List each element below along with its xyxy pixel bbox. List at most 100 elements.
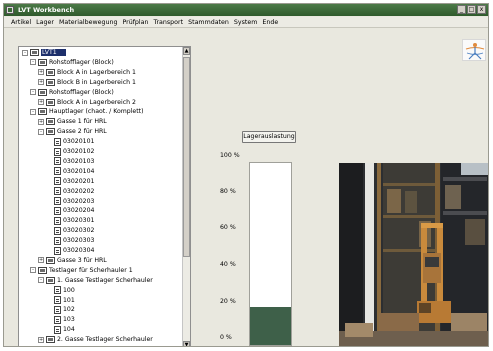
lagerauslastung-button[interactable]: Lagerauslastung bbox=[242, 131, 296, 143]
tree-node-label: 03020104 bbox=[63, 167, 95, 175]
document-icon bbox=[54, 216, 61, 225]
document-icon bbox=[54, 236, 61, 245]
scroll-down-arrow-icon[interactable]: ▼ bbox=[183, 341, 190, 346]
tree-node-label: Rohstofflager (Block) bbox=[49, 58, 114, 66]
minimize-button[interactable]: _ bbox=[457, 5, 466, 14]
tree-leaf-item[interactable]: 03020202 bbox=[46, 187, 95, 196]
tree-node[interactable]: + Gasse 3 für HRL bbox=[38, 256, 107, 265]
collapse-icon[interactable]: - bbox=[30, 59, 36, 66]
tree-node-label: 101 bbox=[63, 296, 75, 304]
document-icon bbox=[54, 167, 61, 176]
tree-node[interactable]: - Gasse 2 für HRL bbox=[38, 127, 107, 136]
warehouse-image bbox=[339, 163, 488, 346]
app-icon bbox=[6, 6, 14, 14]
tree-node[interactable]: +2. Gasse Testlager Scherhauler bbox=[38, 335, 153, 344]
tree-node-label: 03020202 bbox=[63, 187, 95, 195]
tree-leaf-item[interactable]: 03020101 bbox=[46, 137, 95, 146]
expand-icon[interactable]: + bbox=[38, 118, 44, 125]
menu-stammdaten[interactable]: Stammdaten bbox=[188, 19, 229, 26]
folder-icon bbox=[46, 276, 55, 284]
tree-node[interactable]: + Block B in Lagerbereich 1 bbox=[38, 78, 136, 87]
tree-node[interactable]: - Hauptlager (chaot. / Komplett) bbox=[30, 107, 143, 116]
maximize-button[interactable]: □ bbox=[467, 5, 476, 14]
title-bar[interactable]: LVT Workbench _ □ x bbox=[4, 4, 488, 16]
document-icon bbox=[54, 315, 61, 324]
tree-leaf-item[interactable]: 102 bbox=[46, 305, 75, 314]
menu-lager[interactable]: Lager bbox=[36, 19, 54, 26]
document-icon bbox=[54, 226, 61, 235]
window-controls: _ □ x bbox=[457, 5, 486, 14]
tree-node[interactable]: - 1. Gasse Testlager Scherhauler bbox=[38, 276, 153, 285]
storage-tree[interactable]: - LVT1- Rohstofflager (Block) + Block A in L… bbox=[18, 46, 191, 346]
expand-icon[interactable]: + bbox=[38, 336, 44, 343]
menu-transport[interactable]: Transport bbox=[154, 19, 184, 26]
tree-node[interactable]: + Block A in Lagerbereich 1 bbox=[38, 68, 136, 77]
collapse-icon[interactable]: - bbox=[30, 108, 36, 115]
collapse-icon[interactable]: - bbox=[22, 49, 28, 56]
expand-icon[interactable]: + bbox=[38, 69, 44, 76]
tree-leaf-item[interactable]: 03020102 bbox=[46, 147, 95, 156]
tree-leaf-item[interactable]: 03020204 bbox=[46, 206, 95, 215]
tree-leaf-item[interactable]: 03020301 bbox=[46, 216, 95, 225]
tree-leaf-item[interactable]: 03020201 bbox=[46, 177, 95, 186]
tree-leaf-item[interactable]: 101 bbox=[46, 296, 75, 305]
tree-leaf-item[interactable]: 03020104 bbox=[46, 167, 95, 176]
tree-node[interactable]: - Testlager für Scherhauler 1 bbox=[30, 266, 133, 275]
expand-icon[interactable]: + bbox=[38, 79, 44, 86]
utilization-gauge bbox=[249, 162, 292, 346]
tree-node-label: 03020204 bbox=[63, 207, 95, 215]
collapse-icon[interactable]: - bbox=[38, 277, 44, 284]
folder-icon bbox=[38, 58, 47, 66]
menu-system[interactable]: System bbox=[234, 19, 257, 26]
tree-leaf-item[interactable]: 03020304 bbox=[46, 246, 95, 255]
collapse-icon[interactable]: - bbox=[30, 267, 36, 274]
tree-leaf-item[interactable]: 03020303 bbox=[46, 236, 95, 245]
tree-node-label: 03020303 bbox=[63, 237, 95, 245]
expand-icon[interactable]: + bbox=[38, 99, 44, 105]
tree-node-label: Block A in Lagerbereich 2 bbox=[57, 98, 136, 106]
menu-ende[interactable]: Ende bbox=[262, 19, 278, 26]
tree-node-label: 03020103 bbox=[63, 157, 95, 165]
tree-node-label: 03020102 bbox=[63, 148, 95, 155]
tree-leaf-item[interactable]: 03020103 bbox=[46, 157, 95, 166]
y-tick-label: 20 % bbox=[220, 298, 236, 305]
menu-artikel[interactable]: Artikel bbox=[11, 19, 31, 26]
tree-leaf-item[interactable]: 104 bbox=[46, 325, 75, 334]
document-icon bbox=[54, 197, 61, 205]
tree-node[interactable]: - LVT1 bbox=[22, 48, 66, 57]
folder-icon bbox=[38, 108, 47, 116]
tree-node-label: 03020201 bbox=[63, 177, 95, 185]
tree-node[interactable]: + Gasse 1 für HRL bbox=[38, 117, 107, 126]
expand-icon[interactable]: + bbox=[38, 257, 44, 264]
menu-materialbewegung[interactable]: Materialbewegung bbox=[59, 19, 117, 26]
tree-node-label: 103 bbox=[63, 316, 75, 324]
folder-icon bbox=[46, 128, 55, 136]
tree-leaf-item[interactable]: 100 bbox=[46, 286, 75, 295]
collapse-icon[interactable]: - bbox=[38, 128, 44, 135]
tree-node-label: 104 bbox=[63, 326, 75, 334]
scroll-thumb[interactable] bbox=[183, 57, 190, 257]
folder-icon bbox=[46, 336, 55, 344]
tree-node[interactable]: - Rohstofflager (Block) bbox=[30, 88, 114, 97]
tree-node[interactable]: + Block A in Lagerbereich 2 bbox=[38, 98, 136, 107]
y-tick-label: 40 % bbox=[220, 261, 236, 268]
collapse-icon[interactable]: - bbox=[30, 89, 36, 96]
y-tick-label: 100 % bbox=[220, 152, 240, 159]
tree-node-label: Block B in Lagerbereich 1 bbox=[57, 78, 136, 86]
tree-leaf-item[interactable]: 103 bbox=[46, 315, 75, 324]
document-icon bbox=[54, 157, 61, 166]
menu-pruefplan[interactable]: Prüfplan bbox=[122, 19, 148, 26]
logo-graphic bbox=[465, 43, 485, 60]
document-icon bbox=[54, 296, 61, 304]
tree-node-label: Block A in Lagerbereich 1 bbox=[57, 68, 136, 76]
close-button[interactable]: x bbox=[477, 5, 486, 14]
tree-node-label: Rohstofflager (Block) bbox=[49, 88, 114, 96]
document-icon bbox=[54, 137, 61, 146]
folder-icon bbox=[46, 78, 55, 86]
tree-leaf-item[interactable]: 03020203 bbox=[46, 197, 95, 206]
tree-leaf-item[interactable]: 03020302 bbox=[46, 226, 95, 235]
tree-node-label: 102 bbox=[63, 306, 75, 314]
tree-node[interactable]: - Rohstofflager (Block) bbox=[30, 58, 114, 67]
tree-scrollbar[interactable]: ▲ ▼ bbox=[182, 47, 190, 346]
scroll-up-arrow-icon[interactable]: ▲ bbox=[183, 47, 190, 55]
